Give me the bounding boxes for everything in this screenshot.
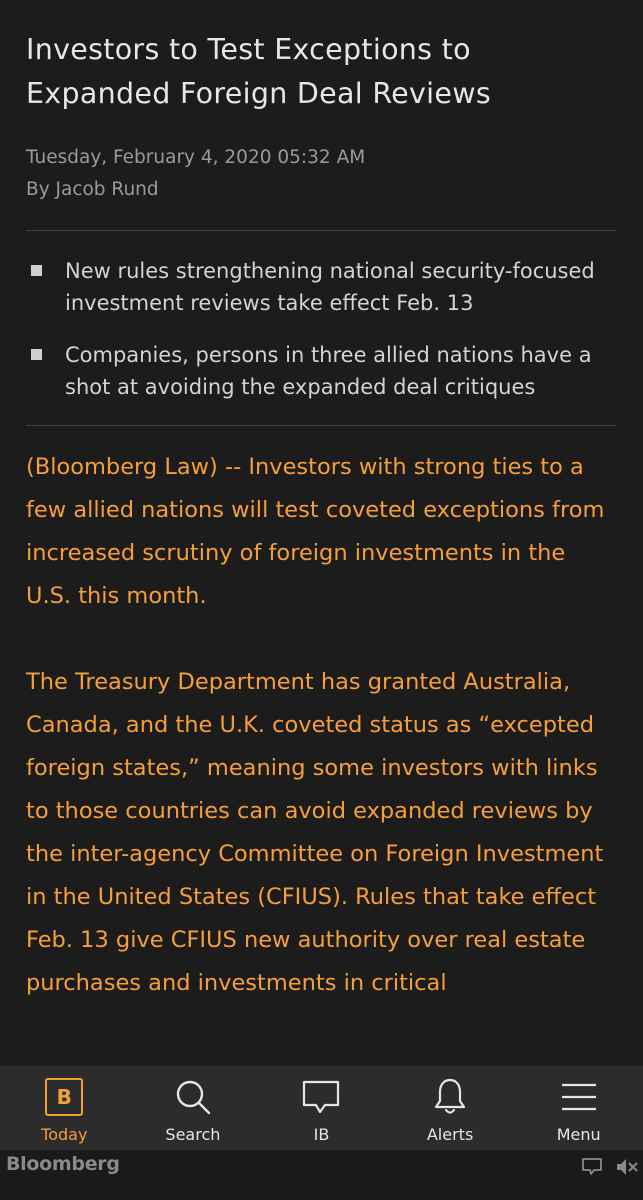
bullet-square-icon	[31, 349, 42, 360]
summary-bullet-text: New rules strengthening national securit…	[65, 259, 595, 315]
tab-ib-label: IB	[313, 1125, 330, 1144]
tab-alerts-label: Alerts	[426, 1125, 474, 1144]
comment-icon[interactable]	[582, 1158, 602, 1180]
footer-bar: Bloomberg	[0, 1150, 643, 1200]
bottom-tab-bar: B Today Search IB Alerts Menu	[0, 1066, 643, 1150]
bloomberg-b-icon: B	[44, 1077, 84, 1117]
tab-today[interactable]: B Today	[0, 1067, 129, 1150]
tab-search[interactable]: Search	[129, 1067, 258, 1150]
article-byline: By Jacob Rund	[26, 179, 159, 200]
tab-search-label: Search	[165, 1125, 221, 1144]
bullet-square-icon	[31, 265, 42, 276]
article-paragraph: The Treasury Department has granted Aust…	[26, 669, 604, 996]
search-icon	[173, 1077, 213, 1117]
article-body: (Bloomberg Law) -- Investors with strong…	[26, 446, 617, 1005]
bell-icon	[430, 1077, 470, 1117]
mute-icon[interactable]	[616, 1158, 638, 1180]
chat-bubble-icon	[301, 1077, 341, 1117]
hamburger-menu-icon	[559, 1077, 599, 1117]
bloomberg-logo: Bloomberg	[6, 1153, 120, 1175]
summary-bullet-text: Companies, persons in three allied natio…	[65, 343, 592, 399]
divider	[26, 425, 617, 426]
summary-bullets: New rules strengthening national securit…	[26, 231, 617, 425]
tab-menu-label: Menu	[556, 1125, 601, 1144]
bloomberg-b-glyph: B	[45, 1078, 84, 1116]
tab-today-label: Today	[41, 1125, 88, 1144]
article-paragraph: (Bloomberg Law) -- Investors with strong…	[26, 454, 605, 609]
tab-alerts[interactable]: Alerts	[386, 1067, 515, 1150]
article-headline: Investors to Test Exceptions to Expanded…	[26, 33, 491, 110]
summary-bullet: New rules strengthening national securit…	[26, 255, 617, 319]
article-date: Tuesday, February 4, 2020 05:32 AM	[26, 147, 366, 168]
tab-menu[interactable]: Menu	[514, 1067, 643, 1150]
article: Investors to Test Exceptions to Expanded…	[0, 0, 643, 1066]
tab-ib[interactable]: IB	[257, 1067, 386, 1150]
summary-bullet: Companies, persons in three allied natio…	[26, 339, 617, 403]
